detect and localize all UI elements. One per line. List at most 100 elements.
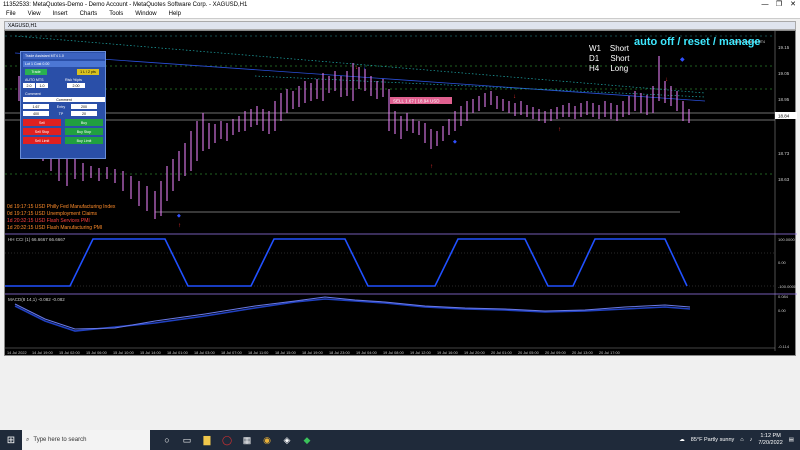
sell-limit-button[interactable]: Sell Limit (23, 137, 61, 144)
risk-field-2[interactable]: 1.0 (36, 83, 48, 88)
sell-arrow-icon: ↓ (513, 94, 516, 100)
weather-icon[interactable]: ☁ (679, 437, 685, 443)
svg-text:14 Jul 2022: 14 Jul 2022 (7, 351, 27, 355)
macd-signal-line (14, 298, 691, 332)
metatrader-icon[interactable]: ◆ (300, 433, 314, 447)
entry-field[interactable]: 200 (71, 104, 97, 109)
svg-text:20 Jul 01:00: 20 Jul 01:00 (491, 351, 512, 355)
maximize-button[interactable]: ❐ (772, 0, 786, 10)
cci-tick: -100.0000 (778, 284, 797, 289)
news-item: 1d 20:32:15 USD Flash Manufacturing PMI (7, 225, 103, 231)
buy-limit-button[interactable]: Buy Limit (65, 137, 103, 144)
current-price: 18.84 (778, 114, 790, 119)
cci-tick: 100.0000 (778, 237, 795, 242)
svg-text:15 Jul 06:00: 15 Jul 06:00 (86, 351, 107, 355)
sell-label: SELL 1.67 | 18.94 USD (393, 99, 440, 104)
chrome-icon[interactable]: ◉ (260, 433, 274, 447)
menu-view[interactable]: View (22, 11, 47, 17)
network-icon[interactable]: ⌂ (740, 437, 743, 443)
svg-text:20 Jul 05:00: 20 Jul 05:00 (518, 351, 539, 355)
macd-label: MACD(8 14,1) -0.082 -0.082 (8, 297, 65, 302)
menu-file[interactable]: File (0, 11, 22, 17)
news-item: 1d 20:32:15 USD Flash Services PMI (7, 218, 90, 224)
svg-text:15 Jul 14:00: 15 Jul 14:00 (140, 351, 161, 355)
time-axis: 14 Jul 2022 14 Jul 19:00 15 Jul 02:00 15… (7, 351, 620, 355)
menu-charts[interactable]: Charts (74, 11, 104, 17)
buy-stop-button[interactable]: Buy Stop (65, 128, 103, 135)
lot-button[interactable]: 1 L / 2 pts (77, 69, 99, 75)
svg-text:19 Jul 20:00: 19 Jul 20:00 (464, 351, 485, 355)
empty-workspace (0, 357, 800, 430)
price-tick: 18.73 (778, 151, 790, 156)
cci-line (5, 238, 688, 287)
app-icon[interactable]: ◈ (280, 433, 294, 447)
diamond-icon: ◆ (680, 57, 685, 63)
price-tick: 18.95 (778, 97, 790, 102)
menu-help[interactable]: Help (163, 11, 187, 17)
svg-text:18 Jul 03:00: 18 Jul 03:00 (194, 351, 215, 355)
sell-stop-button[interactable]: Sell Stop (23, 128, 61, 135)
windows-start-icon[interactable]: ⊞ (0, 430, 22, 450)
weather-text[interactable]: 85°F Partly sunny (691, 437, 734, 443)
tf-bias: Short (609, 44, 630, 53)
menu-insert[interactable]: Insert (47, 11, 74, 17)
folder-icon[interactable]: ▇ (200, 433, 214, 447)
tf-label: D1 (589, 54, 600, 63)
chart-tab-title: XAGUSD,H1 (8, 23, 37, 29)
macd-main-line (14, 296, 691, 330)
tp-field[interactable]: 400 (23, 111, 49, 116)
cci-tick: 0.00 (778, 260, 787, 265)
title-bar: 11352533: MetaQuotes-Demo - Demo Account… (0, 0, 800, 10)
chart-tab[interactable]: XAGUSD,H1 (4, 21, 796, 30)
macd-tick: 0.00 (778, 308, 787, 313)
menu-window[interactable]: Window (129, 11, 162, 17)
macd-tick: 0.084 (778, 294, 789, 299)
svg-text:18 Jul 11:00: 18 Jul 11:00 (248, 351, 268, 355)
sl-label: AUTO MTS (25, 77, 44, 82)
buy-button[interactable]: Buy (65, 119, 103, 126)
opera-icon[interactable]: ◯ (220, 433, 234, 447)
menu-tools[interactable]: Tools (103, 11, 129, 17)
auto-manage-label[interactable]: auto off / reset / manage (634, 36, 761, 48)
svg-text:14 Jul 19:00: 14 Jul 19:00 (32, 351, 53, 355)
close-button[interactable]: ✕ (786, 0, 800, 10)
sell-button[interactable]: Sell (23, 119, 61, 126)
entry-label: Entry (56, 104, 66, 109)
price-tick: 19.15 (778, 45, 790, 50)
notification-icon[interactable]: ▤ (789, 437, 794, 443)
cortana-icon[interactable]: ○ (160, 433, 174, 447)
chart-window[interactable]: ↓ ↓ ↓ ↓ ◆ ◆ ◆ ↑ ↑ ↑ SELL 1.67 | 18.94 US… (4, 30, 797, 356)
sell-arrow-icon: ↓ (355, 65, 358, 71)
svg-text:20 Jul 09:00: 20 Jul 09:00 (545, 351, 566, 355)
store-icon[interactable]: ▦ (240, 433, 254, 447)
search-icon: ⌕ (26, 436, 30, 443)
buy-arrow-icon: ↑ (430, 164, 433, 170)
price-tick: 18.63 (778, 177, 790, 182)
clock-time: 1:12 PM (760, 433, 781, 439)
comment-field[interactable]: Comment (23, 97, 105, 102)
risk-field-3[interactable]: 2.00 (67, 83, 85, 88)
tp2-field[interactable]: 20 (71, 111, 97, 116)
trade-panel: Trade Assistant MT4 1.0 Lot 1 Cost 0.00 … (20, 51, 106, 159)
buy-arrow-icon: ↓ (363, 65, 366, 71)
trade-button[interactable]: Trade (25, 69, 47, 75)
window-title: 11352533: MetaQuotes-Demo - Demo Account… (3, 2, 248, 8)
sl-field[interactable]: 1.67 (23, 104, 49, 109)
diamond-icon: ◆ (453, 139, 457, 145)
task-view-icon[interactable]: ▭ (180, 433, 194, 447)
clock[interactable]: 1:12 PM 7/20/2022 (758, 433, 782, 447)
volume-icon[interactable]: ♪ (750, 437, 753, 443)
tp-label: TP (58, 111, 64, 116)
system-tray: ☁ 85°F Partly sunny ⌂ ♪ 1:12 PM 7/20/202… (679, 433, 800, 447)
news-list: 0d 19:17:15 USD Philly Fed Manufacturing… (7, 204, 115, 232)
minimize-button[interactable]: — (758, 0, 772, 10)
search-box[interactable]: ⌕ Type here to search (22, 430, 150, 450)
svg-text:19 Jul 12:00: 19 Jul 12:00 (410, 351, 431, 355)
risk-field-1[interactable]: 2.0 (23, 83, 35, 88)
news-item: 0d 19:17:15 USD Philly Fed Manufacturing… (7, 204, 116, 210)
risk-label: Risk %/pts (65, 77, 82, 82)
svg-text:18 Jul 07:00: 18 Jul 07:00 (221, 351, 242, 355)
svg-text:18 Jul 19:00: 18 Jul 19:00 (302, 351, 323, 355)
svg-text:19 Jul 16:00: 19 Jul 16:00 (437, 351, 458, 355)
comment-label: Comment (25, 91, 41, 96)
